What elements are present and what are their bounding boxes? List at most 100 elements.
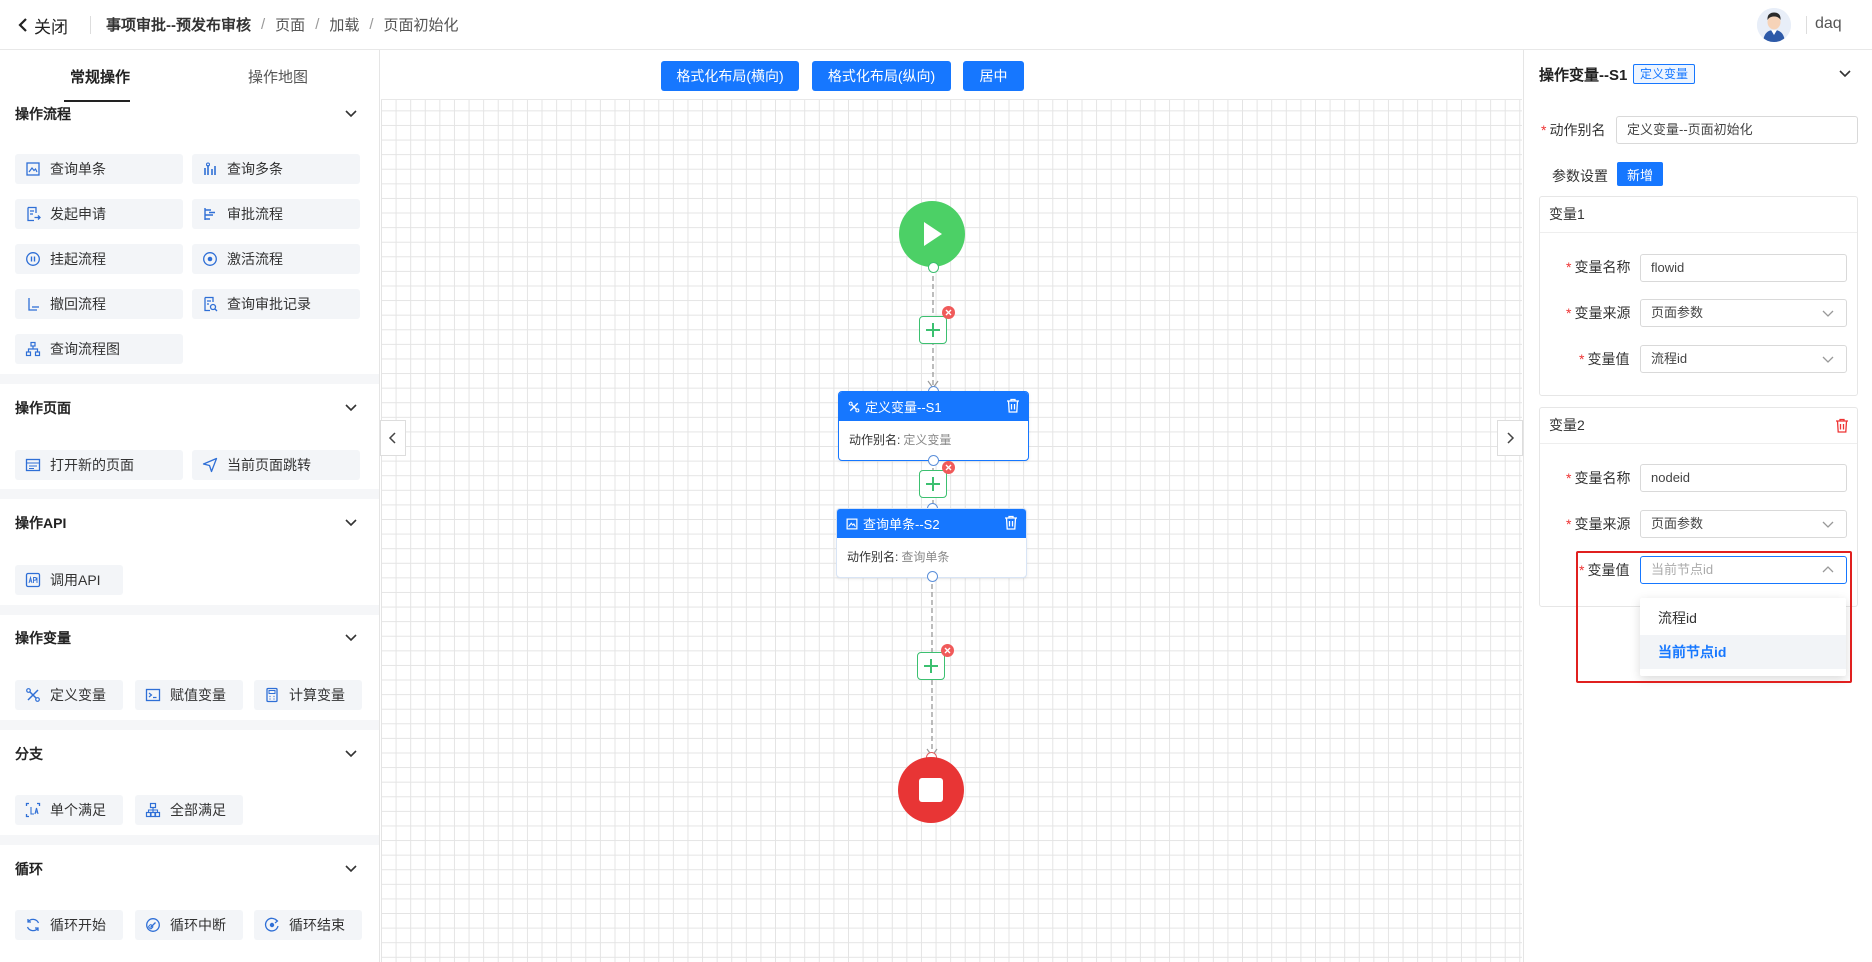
plus-icon <box>926 323 940 337</box>
node-title: 查询单条--S2 <box>863 517 940 532</box>
node-body: 动作别名: 定义变量 <box>839 421 1028 448</box>
section-title: 操作页面 <box>15 400 71 416</box>
chevron-down-icon <box>345 404 357 412</box>
chevron-down-icon[interactable] <box>1838 66 1852 80</box>
variable-card-title: 变量1 <box>1540 197 1857 233</box>
palette-item-query-multi[interactable]: 查询多条 <box>192 154 360 184</box>
alias-field-label: * 动作别名 <box>1541 122 1606 138</box>
trash-icon[interactable] <box>1006 398 1020 413</box>
var-value-select[interactable]: 流程id <box>1640 345 1847 373</box>
trash-icon[interactable] <box>1835 418 1849 433</box>
query-image-icon <box>26 162 40 176</box>
node-output-port[interactable] <box>927 571 938 582</box>
palette-item-approve-flow[interactable]: 审批流程 <box>192 199 360 229</box>
variable-card-title: 变量2 <box>1540 408 1857 444</box>
section-header-branch[interactable]: 分支 <box>0 741 379 767</box>
var-source-label: * 变量来源 <box>1566 516 1631 532</box>
node-output-port[interactable] <box>928 455 939 466</box>
palette-item-suspend-flow[interactable]: 挂起流程 <box>15 244 183 274</box>
remove-connector-icon[interactable] <box>942 306 955 319</box>
trash-icon[interactable] <box>1004 515 1018 530</box>
username[interactable]: daq <box>1815 15 1842 33</box>
palette-item-withdraw-flow[interactable]: 撤回流程 <box>15 289 183 319</box>
palette-item-label: 计算变量 <box>289 687 345 703</box>
section-header-flow[interactable]: 操作流程 <box>0 101 379 127</box>
palette-item-label: 挂起流程 <box>50 251 106 267</box>
breadcrumb-item[interactable]: 加载 <box>329 14 359 35</box>
palette-item-current-page-jump[interactable]: 当前页面跳转 <box>192 450 360 480</box>
alias-input[interactable]: 定义变量--页面初始化 <box>1616 116 1858 144</box>
palette-item-loop-start[interactable]: 循环开始 <box>15 910 123 940</box>
chevron-down-icon <box>345 865 357 873</box>
palette-item-loop-end[interactable]: 循环结束 <box>254 910 362 940</box>
collapse-right-panel-button[interactable] <box>1497 420 1523 456</box>
action-type-tag: 定义变量 <box>1633 64 1696 84</box>
var-name-input[interactable]: flowid <box>1640 254 1847 282</box>
add-step-button[interactable] <box>917 652 945 680</box>
dropdown-option-selected[interactable]: 当前节点id <box>1640 635 1846 669</box>
section-header-variable[interactable]: 操作变量 <box>0 625 379 651</box>
section-header-api[interactable]: 操作API <box>0 510 379 536</box>
palette-item-start-application[interactable]: 发起申请 <box>15 199 183 229</box>
query-image-icon <box>846 518 858 529</box>
end-node[interactable] <box>898 757 964 823</box>
palette-item-assign-variable[interactable]: 赋值变量 <box>135 680 243 710</box>
var-name-input[interactable]: nodeid <box>1640 464 1847 492</box>
close-label: 关闭 <box>34 17 68 37</box>
flow-node-define-variable[interactable]: 定义变量--S1 动作别名: 定义变量 <box>838 391 1029 461</box>
palette-item-all-satisfy[interactable]: 全部满足 <box>135 795 243 825</box>
dropdown-option[interactable]: 流程id <box>1640 601 1846 635</box>
format-horizontal-button[interactable]: 格式化布局(横向) <box>661 61 799 91</box>
variable-tools-icon <box>848 401 860 412</box>
remove-connector-icon[interactable] <box>941 644 954 657</box>
branch-all-icon <box>145 802 161 818</box>
palette-item-label: 撤回流程 <box>50 296 106 312</box>
section-divider <box>0 489 379 499</box>
add-step-button[interactable] <box>919 316 947 344</box>
var-source-select[interactable]: 页面参数 <box>1640 510 1847 538</box>
center-button[interactable]: 居中 <box>963 61 1024 91</box>
palette-item-query-single[interactable]: 查询单条 <box>15 154 183 184</box>
document-arrow-icon <box>27 206 41 222</box>
palette-item-single-satisfy[interactable]: 单个满足 <box>15 795 123 825</box>
format-vertical-button[interactable]: 格式化布局(纵向) <box>812 61 951 91</box>
palette-item-label: 打开新的页面 <box>50 457 134 473</box>
variable-tools-icon <box>26 688 40 702</box>
section-title: 操作流程 <box>15 106 71 122</box>
avatar[interactable] <box>1757 8 1791 42</box>
palette-item-define-variable[interactable]: 定义变量 <box>15 680 123 710</box>
add-step-button[interactable] <box>919 470 947 498</box>
palette-item-query-flowchart[interactable]: 查询流程图 <box>15 334 183 364</box>
alias-label: 动作别名: <box>849 433 901 447</box>
properties-panel: 操作变量--S1 定义变量 * 动作别名 定义变量--页面初始化 参数设置 新增 … <box>1523 50 1872 962</box>
breadcrumb-item[interactable]: 事项审批--预发布审核 <box>106 14 251 35</box>
flow-canvas[interactable] <box>381 50 1522 962</box>
palette-item-compute-variable[interactable]: 计算变量 <box>254 680 362 710</box>
section-header-page[interactable]: 操作页面 <box>0 395 379 421</box>
remove-connector-icon[interactable] <box>942 461 955 474</box>
breadcrumb-item[interactable]: 页面 <box>275 14 305 35</box>
palette-item-loop-break[interactable]: 循环中断 <box>135 910 243 940</box>
palette-item-query-approval-records[interactable]: 查询审批记录 <box>192 289 360 319</box>
send-icon <box>202 457 218 473</box>
section-header-loop[interactable]: 循环 <box>0 856 379 882</box>
palette-item-open-new-page[interactable]: 打开新的页面 <box>15 450 183 480</box>
var-name-label: * 变量名称 <box>1566 470 1631 486</box>
flow-node-query-single[interactable]: 查询单条--S2 动作别名: 查询单条 <box>836 508 1027 578</box>
tab-common-operations[interactable]: 常规操作 <box>70 66 130 87</box>
collapse-left-panel-button[interactable] <box>380 420 406 456</box>
var-source-select[interactable]: 页面参数 <box>1640 299 1847 327</box>
palette-item-activate-flow[interactable]: 激活流程 <box>192 244 360 274</box>
start-port[interactable] <box>928 262 939 273</box>
breadcrumb-item[interactable]: 页面初始化 <box>384 14 459 35</box>
chevron-left-icon <box>18 18 27 32</box>
start-node[interactable] <box>899 201 965 267</box>
section-divider <box>0 720 379 730</box>
var-value-select-open[interactable]: 当前节点id <box>1640 556 1847 584</box>
palette-item-label: 发起申请 <box>50 206 106 222</box>
palette-item-call-api[interactable]: 调用API <box>15 565 123 595</box>
close-button[interactable]: 关闭 <box>18 12 68 38</box>
params-label: 参数设置 <box>1552 168 1608 184</box>
add-parameter-button[interactable]: 新增 <box>1617 162 1663 186</box>
tab-operation-map[interactable]: 操作地图 <box>248 66 308 87</box>
